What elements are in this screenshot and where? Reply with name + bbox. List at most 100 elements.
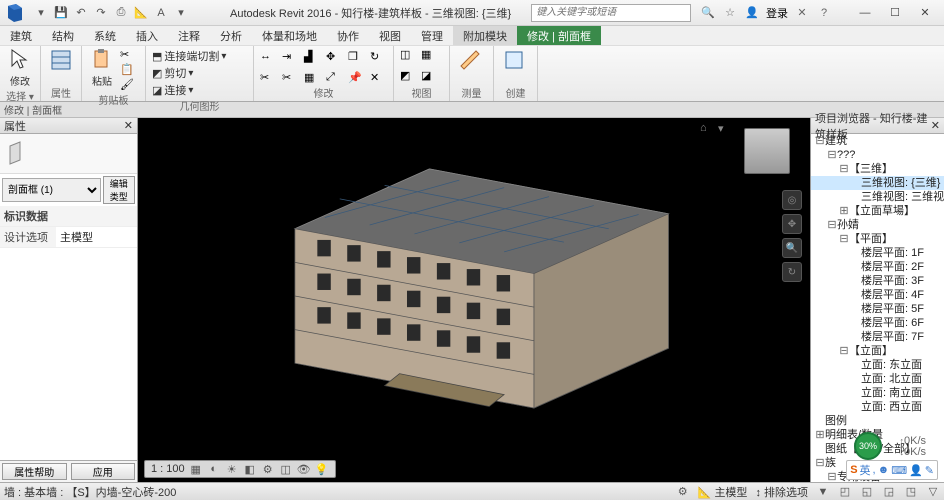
ime-punct[interactable]: , bbox=[873, 464, 876, 476]
align-icon[interactable]: ↔ bbox=[260, 50, 276, 64]
cope-tool[interactable]: ⬒连接端切割 ▾ bbox=[152, 48, 226, 64]
array-icon[interactable]: ▦ bbox=[304, 71, 320, 85]
maximize-button[interactable]: ☐ bbox=[880, 2, 910, 24]
select5-icon[interactable]: ▽ bbox=[926, 485, 940, 499]
signin-link[interactable]: 登录 bbox=[766, 5, 788, 21]
tree-node[interactable]: 立面: 东立面 bbox=[811, 358, 944, 372]
filter-icon[interactable]: ▼ bbox=[816, 485, 830, 499]
favorite-icon[interactable]: ☆ bbox=[722, 5, 738, 21]
trim-icon[interactable]: ✂ bbox=[260, 71, 276, 85]
apply-button[interactable]: 应用 bbox=[71, 463, 136, 480]
select4-icon[interactable]: ◳ bbox=[904, 485, 918, 499]
tree-node[interactable]: ⊟【立面】 bbox=[811, 344, 944, 358]
menu-tab[interactable]: 体量和场地 bbox=[252, 26, 327, 45]
ime-keyboard-icon[interactable]: ⌨ bbox=[891, 464, 907, 477]
menu-tab[interactable]: 修改 | 剖面框 bbox=[517, 26, 601, 45]
tree-node[interactable]: 楼层平面: 4F bbox=[811, 288, 944, 302]
qat-sync-icon[interactable]: A bbox=[152, 4, 170, 22]
view-scale[interactable]: 1 : 100 bbox=[151, 463, 185, 475]
reveal-icon[interactable]: 💡 bbox=[315, 462, 329, 476]
menu-tab[interactable]: 管理 bbox=[411, 26, 453, 45]
tree-node[interactable]: 立面: 西立面 bbox=[811, 400, 944, 414]
menu-tab[interactable]: 系统 bbox=[84, 26, 126, 45]
sun-path-icon[interactable]: ☀ bbox=[225, 462, 239, 476]
copy-icon[interactable]: 📋 bbox=[120, 63, 136, 77]
view3-icon[interactable]: ◩ bbox=[400, 69, 416, 83]
scale-icon[interactable]: ⤢ bbox=[326, 71, 342, 85]
properties-tool[interactable] bbox=[47, 48, 75, 72]
cut-geom-tool[interactable]: ◩剪切 ▾ bbox=[152, 65, 193, 81]
exchange-icon[interactable]: ✕ bbox=[794, 5, 810, 21]
shadows-icon[interactable]: ◧ bbox=[243, 462, 257, 476]
hide-icon[interactable]: 👁 bbox=[297, 462, 311, 476]
menu-tab[interactable]: 建筑 bbox=[0, 26, 42, 45]
app-logo[interactable] bbox=[4, 2, 26, 24]
join-tool[interactable]: ◪连接 ▾ bbox=[152, 82, 193, 98]
copy2-icon[interactable]: ❐ bbox=[348, 50, 364, 64]
menu-tab[interactable]: 视图 bbox=[369, 26, 411, 45]
menu-tab[interactable]: 注释 bbox=[168, 26, 210, 45]
menu-tab[interactable]: 插入 bbox=[126, 26, 168, 45]
paste-tool[interactable]: 粘贴 bbox=[88, 48, 116, 88]
view-cube[interactable] bbox=[744, 128, 790, 174]
tree-node[interactable]: 楼层平面: 5F bbox=[811, 302, 944, 316]
qat-save-icon[interactable]: 💾 bbox=[52, 4, 70, 22]
browser-close-icon[interactable]: ✕ bbox=[931, 119, 940, 132]
ime-s-icon[interactable]: S bbox=[850, 464, 857, 476]
split-icon[interactable]: ✂ bbox=[282, 71, 298, 85]
tree-node[interactable]: 楼层平面: 2F bbox=[811, 260, 944, 274]
tree-node[interactable]: 图例 bbox=[811, 414, 944, 428]
nav-pan-icon[interactable]: ✥ bbox=[782, 214, 802, 234]
worksets-icon[interactable]: ⚙ bbox=[676, 485, 690, 499]
ime-user-icon[interactable]: 👤 bbox=[909, 464, 923, 477]
tree-node[interactable]: 楼层平面: 7F bbox=[811, 330, 944, 344]
minimize-button[interactable]: — bbox=[850, 2, 880, 24]
ime-lang[interactable]: 英 bbox=[860, 462, 871, 478]
tree-node[interactable]: 楼层平面: 3F bbox=[811, 274, 944, 288]
download-badge[interactable]: 30% bbox=[854, 432, 882, 460]
ime-toolbar[interactable]: S 英 , ☻ ⌨ 👤 ✎ bbox=[846, 460, 938, 480]
tree-node[interactable]: 三维视图: {三维} bbox=[811, 176, 944, 190]
qat-measure-icon[interactable]: 📐 bbox=[132, 4, 150, 22]
pin-icon[interactable]: 📌 bbox=[348, 71, 364, 85]
nav-orbit-icon[interactable]: ↻ bbox=[782, 262, 802, 282]
vp-save-icon[interactable]: ▾ bbox=[718, 122, 732, 136]
tree-node[interactable]: ⊟孙婧 bbox=[811, 218, 944, 232]
select1-icon[interactable]: ◰ bbox=[838, 485, 852, 499]
tree-node[interactable]: 三维视图: 三维视图 1 bbox=[811, 190, 944, 204]
ime-settings-icon[interactable]: ✎ bbox=[925, 464, 934, 477]
tree-node[interactable]: 立面: 南立面 bbox=[811, 386, 944, 400]
properties-close-icon[interactable]: ✕ bbox=[124, 119, 133, 132]
tree-node[interactable]: 立面: 北立面 bbox=[811, 372, 944, 386]
crop-icon[interactable]: ◫ bbox=[279, 462, 293, 476]
mirror-icon[interactable]: ▟ bbox=[304, 50, 320, 64]
delete-icon[interactable]: ✕ bbox=[370, 71, 386, 85]
detail-level-icon[interactable]: ▦ bbox=[189, 462, 203, 476]
edit-type-button[interactable]: 编辑类型 bbox=[103, 176, 135, 204]
vp-home-icon[interactable]: ⌂ bbox=[700, 122, 714, 136]
qat-open-icon[interactable]: ▾ bbox=[32, 4, 50, 22]
modify-tool[interactable]: 修改 bbox=[6, 48, 34, 88]
tree-node[interactable]: ⊟【三维】 bbox=[811, 162, 944, 176]
rotate-icon[interactable]: ↻ bbox=[370, 50, 386, 64]
cut-icon[interactable]: ✂ bbox=[120, 48, 136, 62]
type-selector[interactable]: 剖面框 (1) bbox=[2, 178, 101, 202]
viewport-3d[interactable]: ⌂ ▾ bbox=[138, 118, 810, 482]
ime-smile-icon[interactable]: ☻ bbox=[878, 464, 890, 476]
tree-node[interactable]: 楼层平面: 1F bbox=[811, 246, 944, 260]
tree-node[interactable]: ⊟【平面】 bbox=[811, 232, 944, 246]
nav-wheel-icon[interactable]: ◎ bbox=[782, 190, 802, 210]
view1-icon[interactable]: ◫ bbox=[400, 48, 416, 62]
status-sort[interactable]: ↕ 排除选项 bbox=[755, 484, 808, 500]
measure-tool[interactable] bbox=[456, 48, 484, 72]
menu-tab[interactable]: 结构 bbox=[42, 26, 84, 45]
select3-icon[interactable]: ◲ bbox=[882, 485, 896, 499]
properties-help-button[interactable]: 属性帮助 bbox=[2, 463, 67, 480]
qat-more-icon[interactable]: ▾ bbox=[172, 4, 190, 22]
rendering-icon[interactable]: ⚙ bbox=[261, 462, 275, 476]
qat-undo-icon[interactable]: ↶ bbox=[72, 4, 90, 22]
menu-tab[interactable]: 协作 bbox=[327, 26, 369, 45]
visual-style-icon[interactable]: ◐ bbox=[207, 462, 221, 476]
qat-print-icon[interactable]: ⎙ bbox=[112, 4, 130, 22]
tree-node[interactable]: ⊟??? bbox=[811, 148, 944, 162]
